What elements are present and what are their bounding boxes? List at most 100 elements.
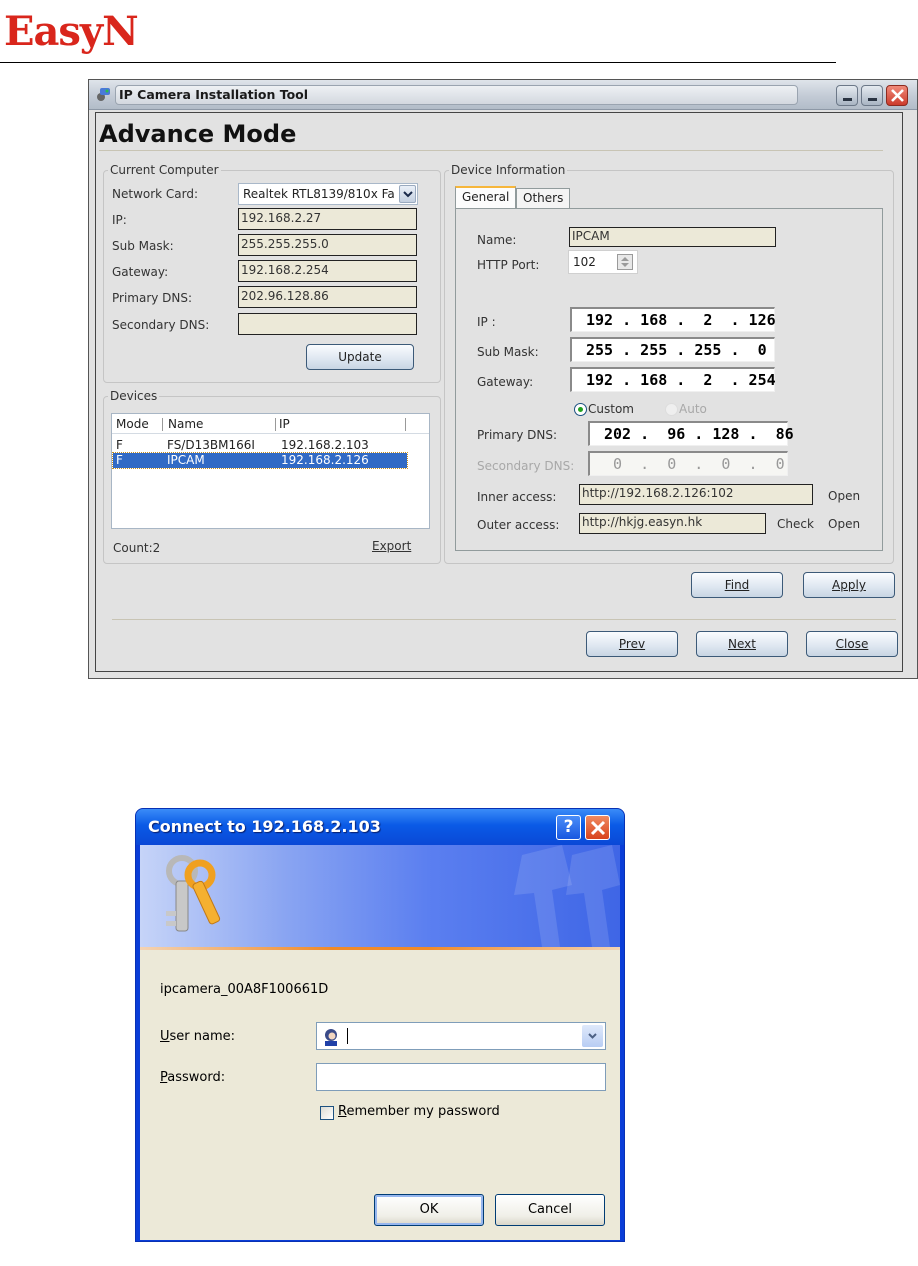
prev-button[interactable]: Prev (586, 631, 678, 657)
cancel-button[interactable]: Cancel (495, 1194, 605, 1226)
dns-auto-label: Auto (679, 402, 707, 416)
chevron-down-icon (588, 1033, 597, 1039)
sub-mask-label: Sub Mask: (112, 239, 174, 253)
column-divider[interactable] (275, 418, 276, 431)
maximize-icon (868, 98, 877, 101)
device-ip: 192.168.2.103 (281, 438, 369, 452)
outer-check-link[interactable]: Check (777, 517, 814, 531)
find-button-label: Find (724, 578, 750, 592)
user-icon (325, 1029, 337, 1046)
tab-general[interactable]: General (455, 186, 517, 208)
ip-label: IP: (112, 213, 127, 227)
device-info-tabs: General Others (455, 186, 655, 210)
realm-text: ipcamera_00A8F100661D (160, 982, 329, 997)
easyn-logo: EasyN (4, 8, 139, 55)
devices-legend: Devices (110, 389, 158, 403)
chevron-down-icon (403, 191, 413, 198)
network-card-value: Realtek RTL8139/810x Fa (243, 187, 395, 201)
keys-icon (166, 855, 221, 932)
header-divider (0, 62, 836, 63)
login-close-button[interactable] (585, 815, 610, 840)
column-divider[interactable] (162, 418, 163, 431)
device-secondary-dns-label: Secondary DNS: (477, 459, 575, 473)
device-ip-input[interactable]: 192 . 168 . 2 . 126 (570, 307, 776, 332)
devices-list[interactable]: Mode Name IP F FS/D13BM166I 192.168.2.10… (111, 413, 430, 529)
ok-button[interactable]: OK (374, 1194, 484, 1226)
device-ip: 192.168.2.126 (281, 453, 369, 467)
export-link-text: Export (372, 539, 412, 553)
http-port-value: 102 (573, 255, 596, 269)
apply-button-label: Apply (832, 578, 866, 592)
export-link[interactable]: Export (372, 539, 411, 553)
device-information-legend: Device Information (451, 163, 566, 177)
camera-app-icon (97, 88, 110, 101)
device-name-field[interactable]: IPCAM (569, 227, 776, 247)
next-button-label: Next (728, 637, 756, 651)
dns-custom-radio[interactable] (574, 403, 587, 416)
device-primary-dns-input[interactable]: 202 . 96 . 128 . 86 (588, 421, 794, 446)
minimize-icon (843, 98, 852, 101)
computer-primary-dns-field: 202.96.128.86 (238, 286, 417, 308)
username-dropdown-button[interactable] (582, 1025, 603, 1047)
device-row[interactable]: F FS/D13BM166I 192.168.2.103 (113, 438, 407, 453)
close-window-button[interactable] (886, 85, 908, 106)
prev-button-label: Prev (618, 637, 646, 651)
tab-others[interactable]: Others (516, 188, 571, 208)
minimize-button[interactable] (836, 85, 858, 106)
gateway-label: Gateway: (112, 265, 169, 279)
device-count: Count:2 (113, 541, 161, 555)
column-divider[interactable] (405, 418, 406, 431)
dns-custom-label: Custom (588, 402, 634, 416)
remember-password-checkbox[interactable] (320, 1106, 334, 1120)
find-button[interactable]: Find (691, 572, 783, 598)
dropdown-button[interactable] (399, 185, 416, 203)
network-card-select[interactable]: Realtek RTL8139/810x Fa (238, 183, 418, 205)
device-name-label: Name: (477, 233, 517, 247)
inner-open-link[interactable]: Open (828, 489, 860, 503)
column-header-name[interactable]: Name (168, 417, 203, 431)
device-ip-label: IP : (477, 315, 496, 329)
username-combobox[interactable] (316, 1022, 606, 1050)
apply-button[interactable]: Apply (803, 572, 895, 598)
next-button[interactable]: Next (696, 631, 788, 657)
dns-auto-radio[interactable] (665, 403, 678, 416)
text-cursor (347, 1028, 348, 1044)
installation-tool-window: IP Camera Installation Tool Advance Mode… (88, 79, 918, 679)
secondary-dns-label: Secondary DNS: (112, 318, 210, 332)
devices-list-header: Mode Name IP (112, 414, 429, 434)
outer-access-label: Outer access: (477, 518, 560, 532)
password-input[interactable] (316, 1063, 606, 1091)
close-icon (891, 89, 904, 102)
username-label: User name: (160, 1029, 236, 1044)
update-button[interactable]: Update (306, 344, 414, 370)
help-icon: ? (563, 817, 574, 837)
login-dialog-title: Connect to 192.168.2.103 (148, 817, 381, 836)
keys-watermark-icon (514, 845, 620, 947)
computer-ip-field: 192.168.2.27 (238, 208, 417, 230)
footer-divider (112, 619, 896, 620)
inner-access-label: Inner access: (477, 490, 557, 504)
maximize-button[interactable] (861, 85, 883, 106)
remember-password-label[interactable]: Remember my password (338, 1104, 500, 1119)
help-button[interactable]: ? (556, 815, 581, 840)
spin-buttons[interactable] (617, 254, 633, 270)
title-bar[interactable]: IP Camera Installation Tool (89, 80, 917, 110)
heading-divider (99, 150, 883, 151)
device-secondary-dns-input: 0 . 0 . 0 . 0 (588, 451, 788, 476)
device-gateway-input[interactable]: 192 . 168 . 2 . 254 (570, 367, 776, 392)
device-mode: F (116, 438, 123, 452)
login-banner (140, 845, 620, 947)
login-title-bar[interactable]: Connect to 192.168.2.103 ? (136, 809, 624, 845)
outer-access-field: http://hkjg.easyn.hk (579, 513, 766, 534)
column-header-ip[interactable]: IP (279, 417, 290, 431)
column-header-mode[interactable]: Mode (116, 417, 149, 431)
http-port-spinner[interactable]: 102 (568, 250, 638, 274)
device-row-selected[interactable]: F IPCAM 192.168.2.126 (112, 452, 408, 469)
device-submask-input[interactable]: 255 . 255 . 255 . 0 (570, 337, 775, 362)
close-button[interactable]: Close (806, 631, 898, 657)
close-icon (590, 820, 606, 836)
computer-submask-field: 255.255.255.0 (238, 234, 417, 256)
outer-open-link[interactable]: Open (828, 517, 860, 531)
device-mode: F (116, 453, 123, 467)
page-heading: Advance Mode (99, 120, 297, 148)
